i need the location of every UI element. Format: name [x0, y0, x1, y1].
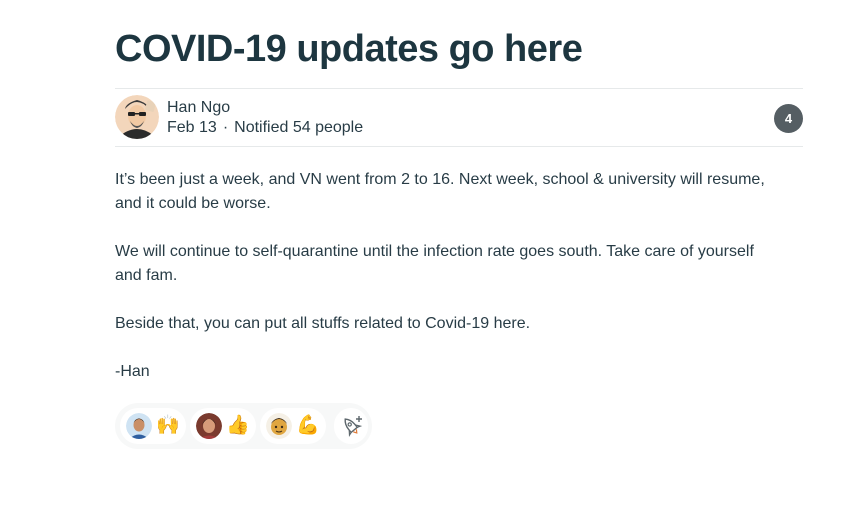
post-paragraph: It’s been just a week, and VN went from …: [115, 171, 765, 212]
user-avatar-icon: [196, 413, 222, 439]
add-reaction-button[interactable]: [334, 408, 368, 444]
meta-separator: ·: [222, 119, 229, 136]
post-title: COVID-19 updates go here: [115, 28, 583, 70]
notified-count: Notified 54 people: [234, 119, 364, 136]
add-reaction-icon: [344, 416, 363, 438]
thumbs-up-emoji: 👍: [226, 415, 250, 436]
raised-hands-emoji: 🙌: [156, 415, 180, 436]
post-paragraph: Beside that, you can put all stuffs rela…: [115, 315, 531, 332]
user-avatar-icon: [266, 413, 292, 439]
author-name[interactable]: Han Ngo: [167, 99, 230, 117]
user-avatar-icon: [126, 413, 152, 439]
reaction-thumbs-up[interactable]: 👍: [190, 408, 256, 444]
flexed-biceps-emoji: 💪: [296, 415, 320, 436]
author-avatar[interactable]: [115, 95, 159, 139]
post-count-badge[interactable]: 4: [774, 104, 803, 133]
post-meta: Feb 13 · Notified 54 people: [167, 119, 363, 137]
divider: [115, 146, 803, 147]
post-date[interactable]: Feb 13: [167, 119, 217, 136]
post-paragraph: We will continue to self-quarantine unti…: [115, 243, 754, 284]
reaction-flexed-biceps[interactable]: 💪: [260, 408, 326, 444]
reactions-bar: 🙌 👍 💪: [115, 403, 372, 449]
reaction-raised-hands[interactable]: 🙌: [120, 408, 186, 444]
post-signature: -Han: [115, 363, 150, 380]
divider: [115, 88, 803, 89]
